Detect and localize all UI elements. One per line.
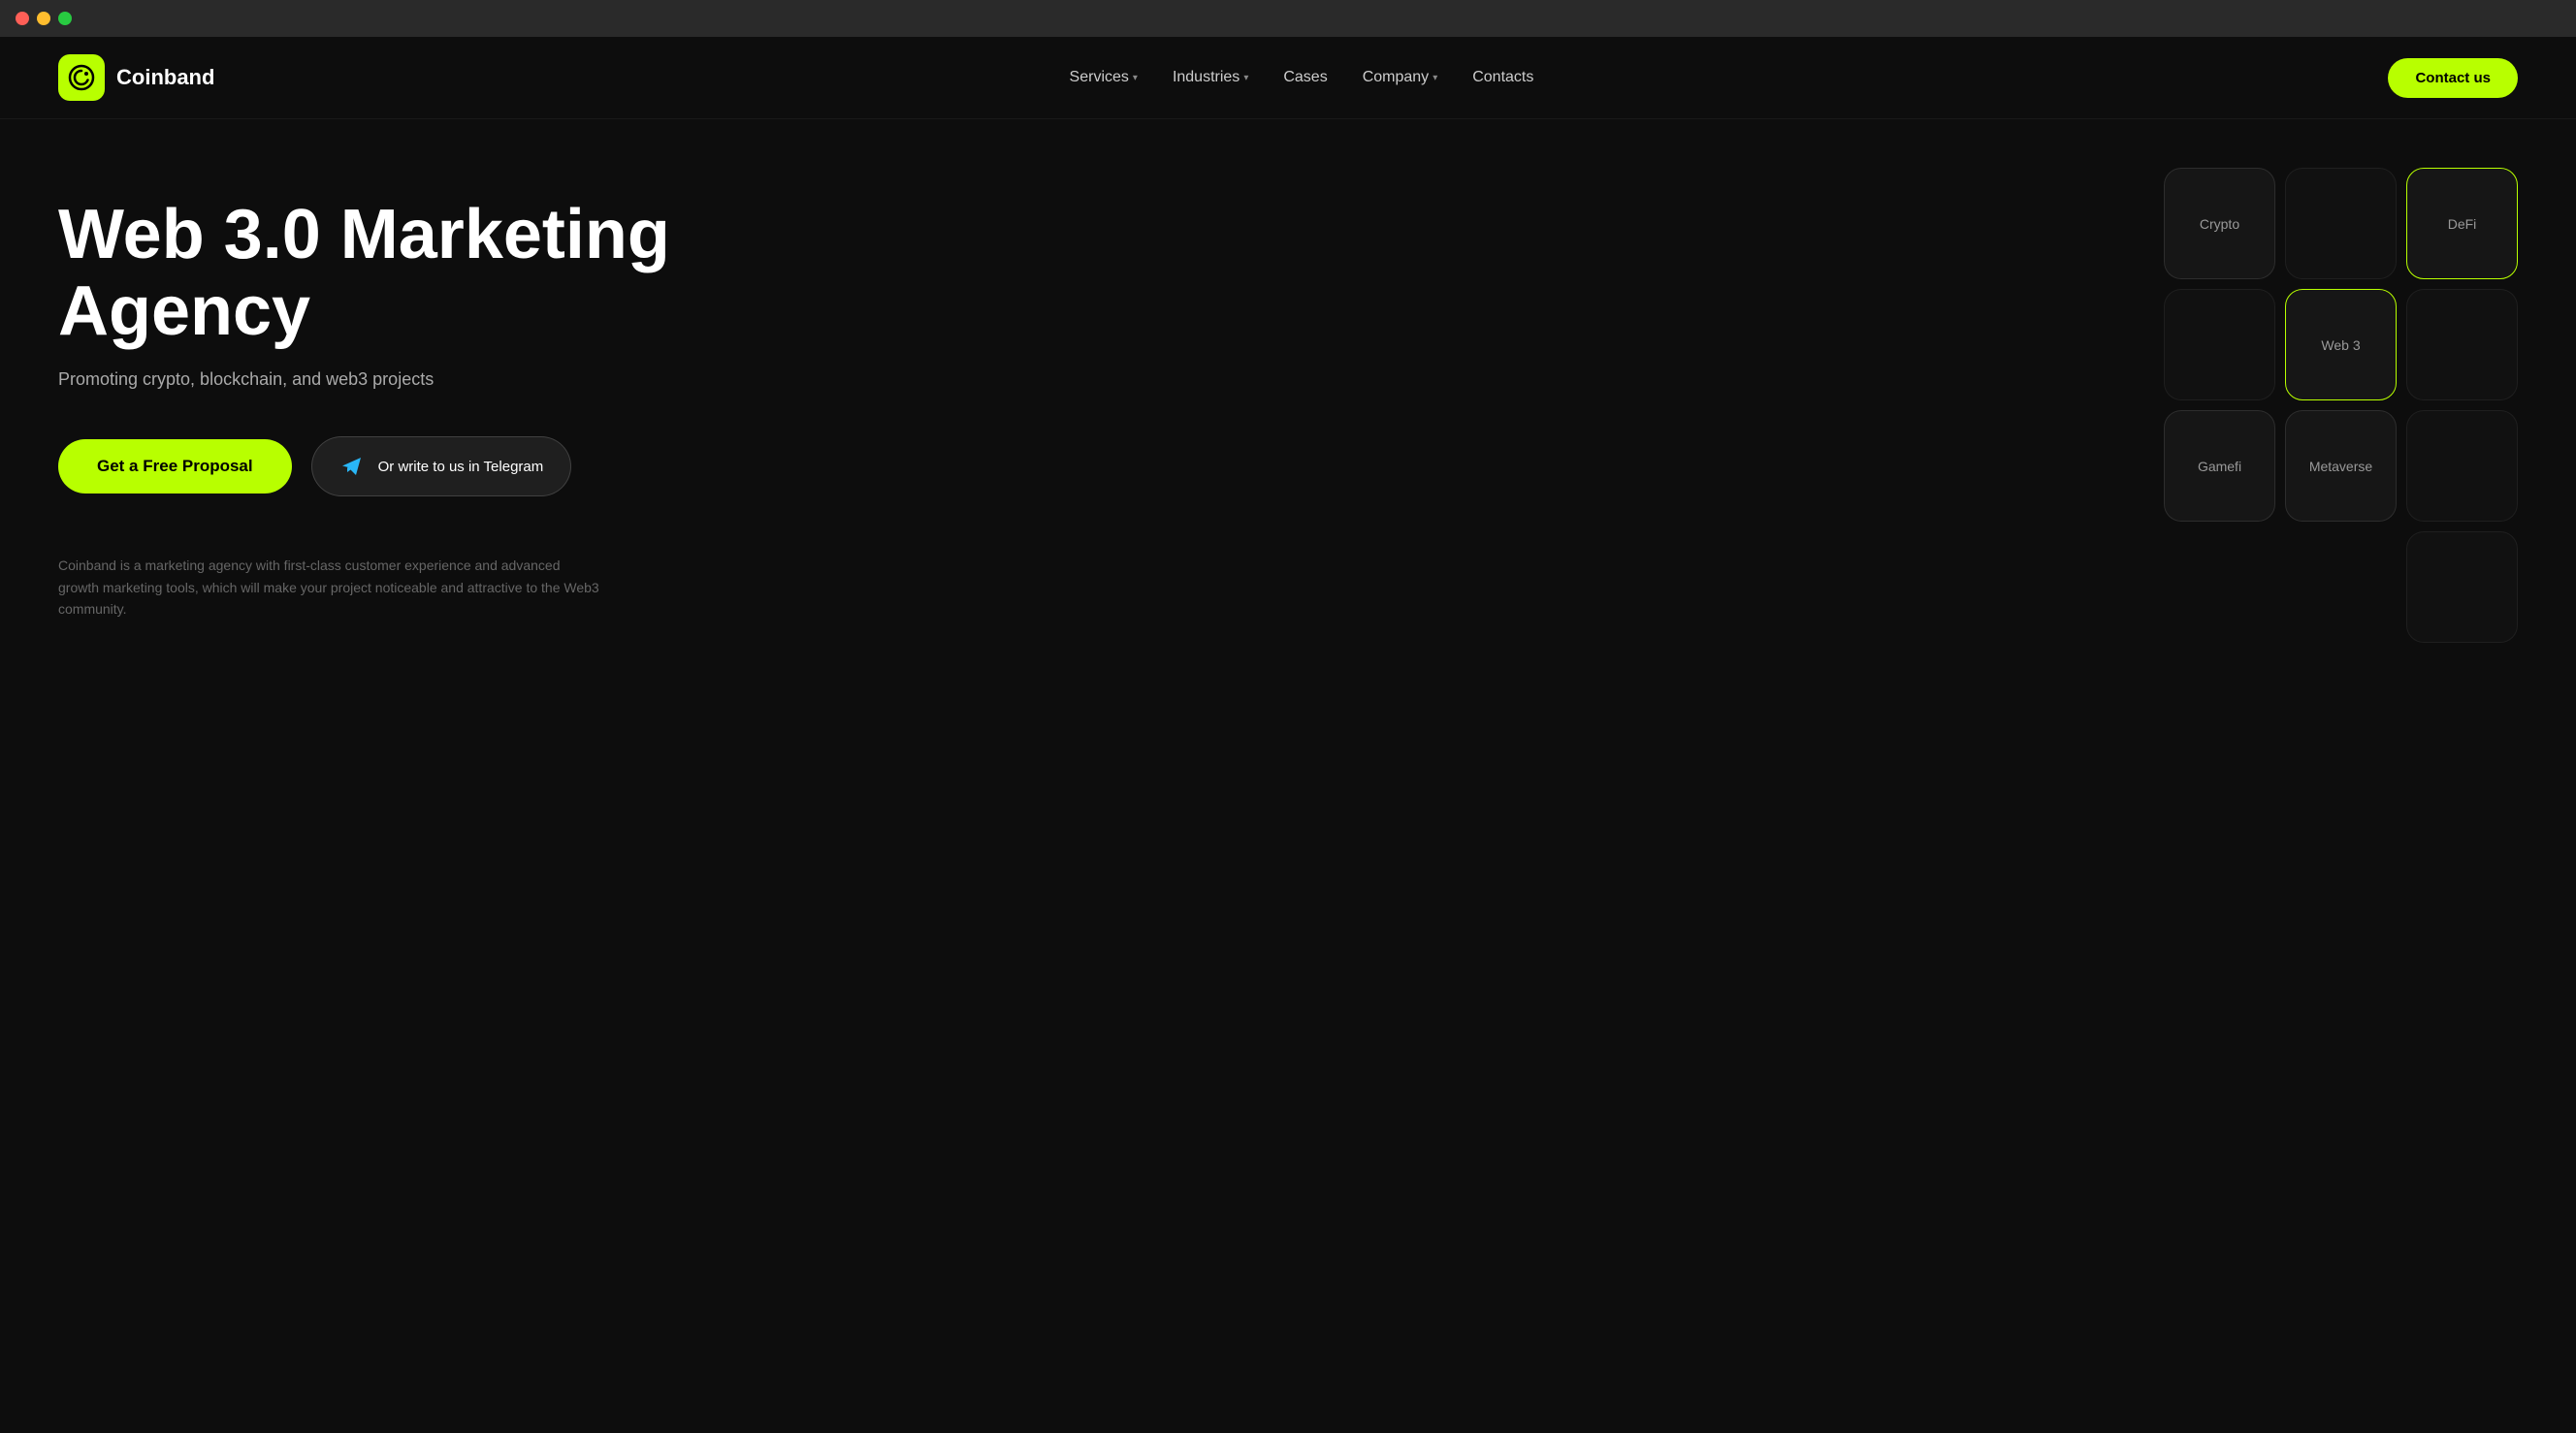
industries-row-2: Web 3: [2164, 289, 2518, 400]
mac-minimize-dot[interactable]: [37, 12, 50, 25]
company-dropdown-arrow: ▾: [1433, 73, 1437, 83]
mac-titlebar: [0, 0, 2576, 37]
industry-card-empty-2: [2164, 289, 2275, 400]
navbar: Coinband Services ▾ Industries ▾ Cases: [0, 37, 2576, 119]
industry-card-metaverse[interactable]: Metaverse: [2285, 410, 2397, 522]
nav-links: Services ▾ Industries ▾ Cases Company ▾: [1070, 69, 1534, 86]
nav-item-industries[interactable]: Industries ▾: [1173, 69, 1248, 86]
brand-logo-link[interactable]: Coinband: [58, 54, 214, 101]
industry-card-web3[interactable]: Web 3: [2285, 289, 2397, 400]
industry-card-crypto[interactable]: Crypto: [2164, 168, 2275, 279]
nav-item-cases[interactable]: Cases: [1283, 69, 1327, 86]
telegram-icon: [339, 453, 367, 480]
hero-title: Web 3.0 Marketing Agency: [58, 197, 718, 350]
hero-description: Coinband is a marketing agency with firs…: [58, 555, 601, 620]
mac-maximize-dot[interactable]: [58, 12, 72, 25]
hero-actions: Get a Free Proposal Or write to us in Te…: [58, 436, 718, 496]
telegram-button[interactable]: Or write to us in Telegram: [311, 436, 572, 496]
industry-card-empty-1: [2285, 168, 2397, 279]
industry-card-empty-3: [2406, 289, 2518, 400]
industry-card-defi[interactable]: DeFi: [2406, 168, 2518, 279]
browser-content: Coinband Services ▾ Industries ▾ Cases: [0, 37, 2576, 1433]
nav-link-industries[interactable]: Industries ▾: [1173, 69, 1248, 86]
industries-dropdown-arrow: ▾: [1243, 73, 1248, 83]
industries-panel: Crypto DeFi Web 3: [2110, 148, 2537, 662]
hero-subtitle: Promoting crypto, blockchain, and web3 p…: [58, 369, 718, 390]
industry-card-gamefi[interactable]: Gamefi: [2164, 410, 2275, 522]
industry-card-empty-4: [2406, 410, 2518, 522]
nav-link-contacts[interactable]: Contacts: [1472, 69, 1533, 86]
proposal-button[interactable]: Get a Free Proposal: [58, 439, 292, 494]
nav-item-company[interactable]: Company ▾: [1363, 69, 1438, 86]
nav-link-company[interactable]: Company ▾: [1363, 69, 1438, 86]
industries-row-4: [2406, 531, 2518, 643]
brand-logo: [58, 54, 105, 101]
mac-close-dot[interactable]: [16, 12, 29, 25]
brand-name: Coinband: [116, 65, 214, 90]
nav-item-services[interactable]: Services ▾: [1070, 69, 1138, 86]
industry-card-empty-5: [2406, 531, 2518, 643]
nav-link-services[interactable]: Services ▾: [1070, 69, 1138, 86]
services-dropdown-arrow: ▾: [1133, 73, 1138, 83]
nav-link-cases[interactable]: Cases: [1283, 69, 1327, 86]
hero-right: Crypto DeFi Web 3: [2110, 148, 2537, 662]
contact-button[interactable]: Contact us: [2388, 58, 2518, 98]
hero-left: Web 3.0 Marketing Agency Promoting crypt…: [58, 177, 718, 643]
industries-row-1: Crypto DeFi: [2164, 168, 2518, 279]
nav-item-contacts[interactable]: Contacts: [1472, 69, 1533, 86]
hero-section: Web 3.0 Marketing Agency Promoting crypt…: [0, 119, 2576, 682]
industries-row-3: Gamefi Metaverse: [2164, 410, 2518, 522]
